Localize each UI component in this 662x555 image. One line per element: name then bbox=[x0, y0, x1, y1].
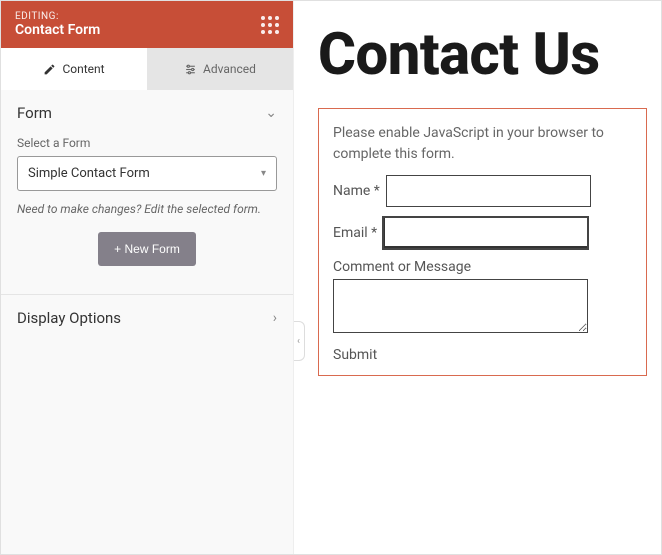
caret-down-icon: ▾ bbox=[261, 168, 266, 179]
submit-button[interactable]: Submit bbox=[333, 347, 632, 363]
collapse-panel-button[interactable]: ‹ bbox=[294, 321, 305, 361]
header-text: EDITING: Contact Form bbox=[15, 11, 100, 38]
editing-label: EDITING: bbox=[15, 11, 100, 22]
page-title: Contact Us bbox=[318, 25, 647, 86]
tabs: Content Advanced bbox=[1, 48, 293, 90]
name-row: Name * bbox=[333, 175, 632, 207]
chevron-down-icon: ⌄ bbox=[265, 105, 277, 121]
email-field[interactable] bbox=[383, 217, 588, 249]
form-preview: Please enable JavaScript in your browser… bbox=[318, 108, 647, 376]
email-row: Email * bbox=[333, 217, 632, 249]
display-options-header[interactable]: Display Options › bbox=[1, 295, 293, 341]
form-section-header[interactable]: Form ⌄ bbox=[1, 90, 293, 136]
comment-label: Comment or Message bbox=[333, 259, 632, 275]
comment-row: Comment or Message bbox=[333, 259, 632, 337]
comment-field[interactable] bbox=[333, 279, 588, 333]
name-field[interactable] bbox=[386, 175, 591, 207]
tab-content[interactable]: Content bbox=[1, 48, 147, 90]
tab-advanced-label: Advanced bbox=[203, 62, 256, 76]
select-form-label: Select a Form bbox=[17, 136, 277, 150]
widget-title: Contact Form bbox=[15, 22, 100, 38]
sliders-icon bbox=[184, 63, 197, 76]
editor-panel: EDITING: Contact Form Content Advanced F… bbox=[1, 1, 294, 554]
form-select[interactable]: Simple Contact Form ▾ bbox=[17, 156, 277, 191]
email-label: Email * bbox=[333, 225, 377, 241]
form-section-body: Select a Form Simple Contact Form ▾ Need… bbox=[1, 136, 293, 280]
help-text: Need to make changes? Edit the selected … bbox=[17, 201, 277, 218]
form-select-value: Simple Contact Form bbox=[28, 166, 150, 181]
pencil-icon bbox=[43, 63, 56, 76]
name-label: Name * bbox=[333, 183, 380, 199]
panel-header: EDITING: Contact Form bbox=[1, 1, 293, 48]
js-notice: Please enable JavaScript in your browser… bbox=[333, 123, 632, 165]
chevron-right-icon: › bbox=[273, 310, 277, 326]
form-section-title: Form bbox=[17, 104, 52, 122]
display-options-title: Display Options bbox=[17, 309, 121, 327]
new-form-button[interactable]: + New Form bbox=[98, 232, 196, 266]
apps-icon[interactable] bbox=[261, 16, 279, 34]
preview-area: ‹ Contact Us Please enable JavaScript in… bbox=[294, 1, 661, 554]
tab-content-label: Content bbox=[62, 62, 104, 76]
tab-advanced[interactable]: Advanced bbox=[147, 48, 293, 90]
